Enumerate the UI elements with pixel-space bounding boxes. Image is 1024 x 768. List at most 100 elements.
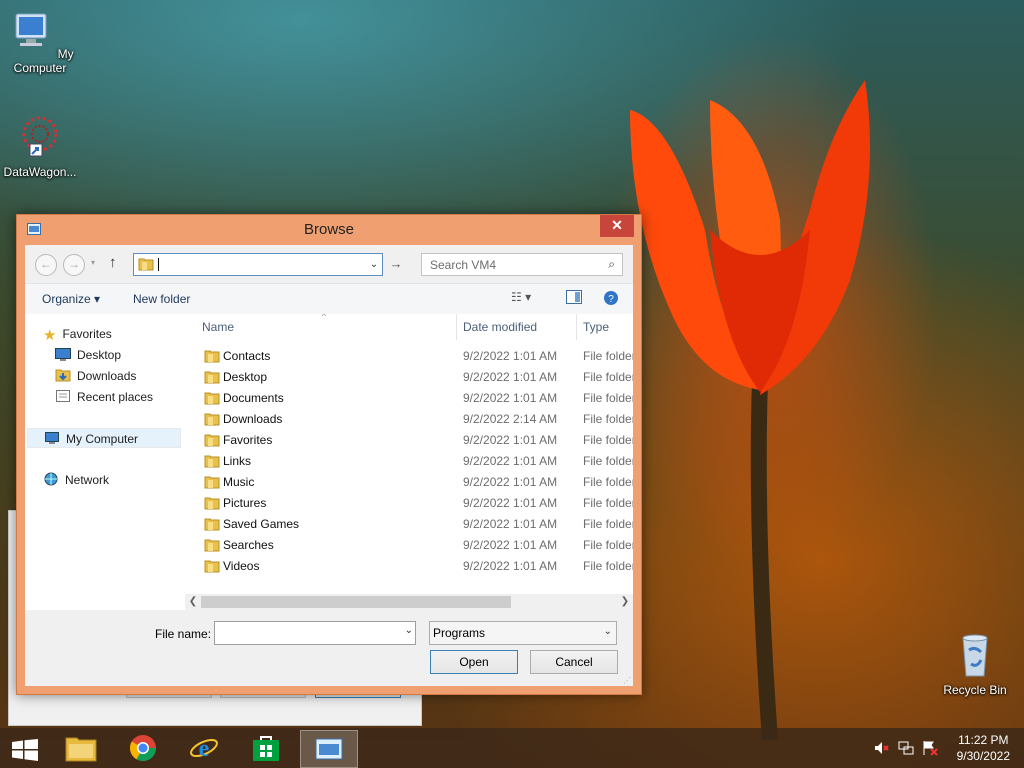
resize-grip[interactable]: ⋰	[623, 676, 631, 685]
datawagon-icon	[22, 116, 58, 157]
file-row[interactable]: Music 9/2/2022 1:01 AM File folder	[185, 472, 633, 493]
view-details-icon[interactable]: ☷ ▾	[511, 290, 531, 304]
sort-ascending-icon: ^	[322, 314, 326, 321]
file-type-select[interactable]: Programs ⌄	[429, 621, 617, 645]
file-name: Favorites	[223, 433, 273, 447]
file-date: 9/2/2022 1:01 AM	[463, 559, 558, 573]
file-name-label: File name:	[155, 627, 212, 641]
organize-menu[interactable]: Organize ▾	[42, 292, 100, 306]
nav-item-recent-places[interactable]: Recent places	[55, 387, 153, 407]
file-name-input[interactable]: ⌄	[214, 621, 416, 645]
nav-item-desktop[interactable]: Desktop	[55, 345, 121, 365]
desktop-icon-my-computer[interactable]: My Computer	[0, 8, 80, 75]
forward-arrow-icon: →	[68, 257, 80, 271]
desktop-icon-datawagon[interactable]: DataWagon...	[0, 112, 80, 179]
search-icon: ⌕	[608, 257, 615, 271]
file-row[interactable]: Saved Games 9/2/2022 1:01 AM File folder	[185, 514, 633, 535]
taskbar: e 11:22 PM 9/30/2022	[0, 728, 1024, 768]
close-button[interactable]: ✕	[600, 215, 634, 237]
file-type: File folder	[583, 349, 633, 363]
address-dropdown-icon[interactable]: ⌄	[366, 254, 382, 275]
browse-dialog: Browse ✕ ← → ▾ ↑ ⌄ → Search VM4 ⌕ Organi…	[16, 214, 642, 695]
star-icon: ★	[43, 327, 57, 344]
network-tray-icon[interactable]	[898, 740, 914, 756]
recent-locations-dropdown[interactable]: ▾	[91, 258, 95, 267]
forward-button[interactable]: →	[63, 254, 85, 276]
nav-item-my-computer[interactable]: My Computer	[27, 428, 181, 448]
file-date: 9/2/2022 1:01 AM	[463, 496, 558, 510]
column-header-name[interactable]: Name	[202, 320, 234, 334]
taskbar-store[interactable]	[238, 730, 294, 766]
new-folder-button[interactable]: New folder	[133, 292, 190, 306]
cancel-button[interactable]: Cancel	[530, 650, 618, 674]
desktop-icon-label: DataWagon...	[3, 165, 77, 179]
search-placeholder: Search VM4	[430, 258, 497, 272]
chrome-icon	[129, 735, 157, 762]
nav-item-label: Desktop	[77, 348, 122, 362]
column-header-date-modified[interactable]: Date modified	[463, 320, 537, 334]
file-row[interactable]: Searches 9/2/2022 1:01 AM File folder	[185, 535, 633, 556]
column-header-type[interactable]: Type	[583, 320, 609, 334]
column-separator[interactable]	[576, 314, 577, 340]
file-row[interactable]: Contacts 9/2/2022 1:01 AM File folder	[185, 346, 633, 367]
file-type: File folder	[583, 412, 633, 426]
open-button[interactable]: Open	[430, 650, 518, 674]
help-icon[interactable]: ?	[603, 290, 619, 309]
file-row[interactable]: Pictures 9/2/2022 1:01 AM File folder	[185, 493, 633, 514]
nav-item-downloads[interactable]: Downloads	[55, 366, 136, 386]
desktop-icon-label: Recycle Bin	[943, 683, 1007, 697]
file-type: File folder	[583, 370, 633, 384]
search-box[interactable]: Search VM4 ⌕	[421, 253, 623, 276]
file-row[interactable]: Favorites 9/2/2022 1:01 AM File folder	[185, 430, 633, 451]
nav-item-network[interactable]: Network	[43, 470, 109, 490]
scrollbar-thumb[interactable]	[201, 596, 511, 608]
scroll-right-icon[interactable]: ❯	[618, 595, 632, 609]
file-row[interactable]: Downloads 9/2/2022 2:14 AM File folder	[185, 409, 633, 430]
store-icon	[253, 736, 279, 761]
folder-icon	[204, 349, 220, 363]
desktop-icon-recycle-bin[interactable]: Recycle Bin	[935, 630, 1015, 697]
start-button[interactable]	[0, 730, 48, 766]
file-date: 9/2/2022 1:01 AM	[463, 349, 558, 363]
file-name: Contacts	[223, 349, 271, 363]
volume-muted-icon[interactable]	[873, 740, 889, 756]
column-separator[interactable]	[456, 314, 457, 340]
taskbar-chrome[interactable]	[115, 730, 171, 766]
file-date: 9/2/2022 1:01 AM	[463, 433, 558, 447]
folder-icon	[204, 517, 220, 531]
file-row[interactable]: Videos 9/2/2022 1:01 AM File folder	[185, 556, 633, 577]
taskbar-clock[interactable]: 11:22 PM 9/30/2022	[957, 732, 1010, 764]
address-bar[interactable]: ⌄	[133, 253, 383, 276]
taskbar-internet-explorer[interactable]: e	[176, 730, 232, 766]
up-arrow-icon: ↑	[109, 254, 117, 271]
folder-icon	[204, 391, 220, 405]
horizontal-scrollbar[interactable]: ❮ ❯	[185, 594, 633, 610]
folder-icon	[204, 454, 220, 468]
file-type: File folder	[583, 391, 633, 405]
back-button[interactable]: ←	[35, 254, 57, 276]
preview-pane-icon[interactable]	[566, 290, 582, 307]
nav-item-label: Downloads	[77, 369, 137, 383]
action-center-flag-icon[interactable]	[922, 740, 938, 756]
folder-icon	[204, 412, 220, 426]
go-button[interactable]: →	[385, 253, 407, 274]
app-window-icon	[315, 738, 343, 760]
desktop-icon	[55, 348, 71, 361]
file-name: Searches	[223, 538, 274, 552]
file-name: Links	[223, 454, 252, 468]
file-row[interactable]: Desktop 9/2/2022 1:01 AM File folder	[185, 367, 633, 388]
file-name: Documents	[223, 391, 284, 405]
up-button[interactable]: ↑	[109, 254, 117, 271]
file-type: File folder	[583, 538, 633, 552]
nav-item-label: Network	[65, 473, 110, 487]
folder-icon	[204, 475, 220, 489]
folder-icon	[204, 559, 220, 573]
nav-item-favorites[interactable]: ★ Favorites	[43, 324, 112, 344]
taskbar-active-app[interactable]	[300, 730, 358, 768]
taskbar-file-explorer[interactable]	[53, 730, 109, 766]
file-row[interactable]: Documents 9/2/2022 1:01 AM File folder	[185, 388, 633, 409]
file-date: 9/2/2022 1:01 AM	[463, 391, 558, 405]
file-row[interactable]: Links 9/2/2022 1:01 AM File folder	[185, 451, 633, 472]
scroll-left-icon[interactable]: ❮	[186, 595, 200, 609]
chevron-down-icon[interactable]: ⌄	[405, 625, 413, 636]
